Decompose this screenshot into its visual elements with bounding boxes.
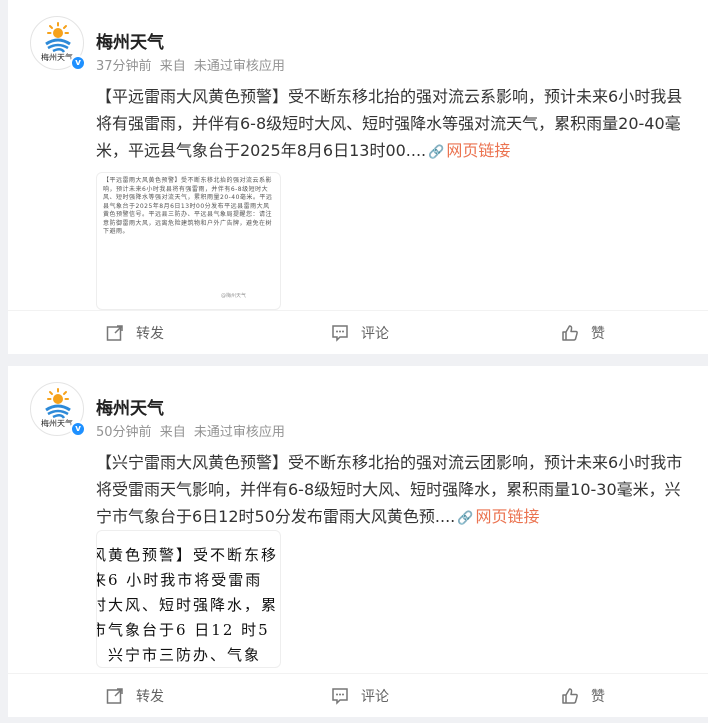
web-link-label: 网页链接 [446,141,511,160]
like-button[interactable]: 赞 [561,674,605,718]
post-meta: 50分钟前 来自 未通过审核应用 [96,421,289,440]
post-image-text: 【平远雷雨大风黄色预警】受不断东移北抬的强对流云系影响，预计未来6小时我县将有强… [103,177,273,235]
repost-icon [106,325,123,341]
weibo-post-1: 梅州天气 v 梅州天气 37分钟前 来自 未通过审核应用 【平远雷雨大风黄色预警… [8,0,708,354]
web-link[interactable]: 🔗 网页链接 [426,141,510,160]
post-actions: 转发 评论 赞 [8,310,708,354]
verified-badge-icon: v [70,421,86,437]
source-prefix: 来自 [159,59,186,74]
image-text-line: 时大风、短时强降水，累 [96,596,279,614]
thumbs-up-icon [562,325,578,341]
like-label: 赞 [591,689,605,705]
post-image[interactable]: 风黄色预警】受不断东移 来6 小时我市将受雷雨 时大风、短时强降水，累 市气象台… [96,530,281,668]
post-image-text: 风黄色预警】受不断东移 来6 小时我市将受雷雨 时大风、短时强降水，累 市气象台… [96,543,280,667]
image-text-line: 风黄色预警】受不断东移 [96,546,279,564]
post-actions: 转发 评论 赞 [8,673,708,717]
image-text-line: 市气象台于6 日12 时5 [96,621,270,639]
post-topic: 【平远雷雨大风黄色预警】 [96,87,289,106]
web-link-label: 网页链接 [475,507,540,526]
image-watermark: @梅州天气 [220,293,246,299]
link-icon: 🔗 [457,511,474,526]
image-text-line: ，兴宁市三防办、气象 [96,646,262,664]
comment-button[interactable]: 评论 [331,674,389,718]
post-source: 未通过审核应用 [193,59,285,74]
avatar[interactable]: 梅州天气 v [30,16,86,71]
web-link[interactable]: 🔗 网页链接 [455,507,539,526]
verified-badge-icon: v [70,55,86,71]
post-topic: 【兴宁雷雨大风黄色预警】 [96,453,289,472]
image-text-line: 来6 小时我市将受雷雨 [96,571,263,589]
post-text: 【兴宁雷雨大风黄色预警】受不断东移北抬的强对流云团影响，预计未来6小时我市将受雷… [96,449,696,532]
source-prefix: 来自 [159,425,186,440]
repost-button[interactable]: 转发 [106,311,164,355]
thumbs-up-icon [562,688,578,704]
weibo-post-2: 梅州天气 v 梅州天气 50分钟前 来自 未通过审核应用 【兴宁雷雨大风黄色预警… [8,366,708,717]
post-time[interactable]: 50分钟前 [96,425,152,440]
post-source: 未通过审核应用 [193,425,285,440]
author-name[interactable]: 梅州天气 [96,28,164,53]
comment-icon [332,325,348,342]
repost-button[interactable]: 转发 [106,674,164,718]
comment-label: 评论 [361,689,389,705]
comment-label: 评论 [361,326,389,342]
repost-label: 转发 [136,326,164,342]
like-button[interactable]: 赞 [561,311,605,355]
repost-label: 转发 [136,689,164,705]
author-name[interactable]: 梅州天气 [96,394,164,419]
like-label: 赞 [591,326,605,342]
post-text: 【平远雷雨大风黄色预警】受不断东移北抬的强对流云系影响，预计未来6小时我县将有强… [96,83,696,166]
post-time[interactable]: 37分钟前 [96,59,152,74]
post-image[interactable]: 【平远雷雨大风黄色预警】受不断东移北抬的强对流云系影响，预计未来6小时我县将有强… [96,172,281,310]
comment-button[interactable]: 评论 [331,311,389,355]
link-icon: 🔗 [428,145,445,160]
avatar[interactable]: 梅州天气 v [30,382,86,437]
comment-icon [332,688,348,705]
post-meta: 37分钟前 来自 未通过审核应用 [96,55,289,74]
repost-icon [106,688,123,704]
